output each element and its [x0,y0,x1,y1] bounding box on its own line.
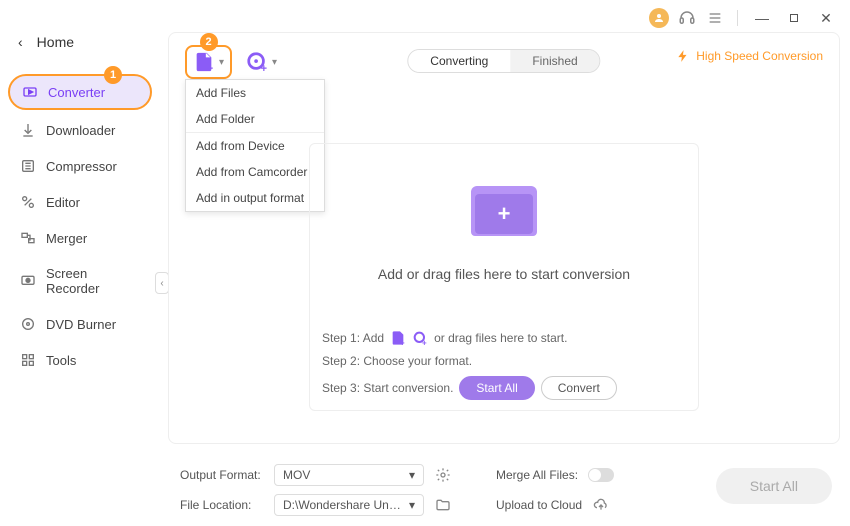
convert-mini-button[interactable]: Convert [541,376,617,400]
tab-converting[interactable]: Converting [408,50,510,72]
sidebar-item-label: Screen Recorder [46,266,140,296]
step-1: Step 1: Add + + or drag files here to st… [322,330,686,346]
sidebar-collapse-handle[interactable]: ‹ [155,272,169,294]
converter-icon [22,84,38,100]
sidebar-item-label: Tools [46,353,76,368]
tools-icon [20,352,36,368]
menu-icon[interactable] [705,8,725,28]
sidebar-item-compressor[interactable]: Compressor [8,150,152,182]
svg-text:+: + [261,63,267,73]
tab-finished[interactable]: Finished [510,50,599,72]
open-folder-icon[interactable] [434,496,452,514]
dropzone[interactable]: + Add or drag files here to start conver… [309,143,699,411]
screen-recorder-icon [20,273,36,289]
svg-text:+: + [422,338,427,346]
caret-down-icon: ▾ [409,498,415,512]
add-dvd-button[interactable]: + ▾ [246,51,277,73]
lightning-icon [676,49,690,63]
sidebar-item-downloader[interactable]: Downloader [8,114,152,146]
sidebar-item-editor[interactable]: Editor [8,186,152,218]
add-file-button[interactable]: + ▾ 2 [185,45,232,79]
callout-badge-2: 2 [200,33,218,51]
start-all-button[interactable]: Start All [716,468,832,504]
back-icon: ‹ [18,34,23,50]
step-3-text: Step 3: Start conversion. [322,381,453,395]
merger-icon [20,230,36,246]
sidebar-item-label: Compressor [46,159,117,174]
editor-icon [20,194,36,210]
file-location-select[interactable]: D:\Wondershare UniConverter 1 ▾ [274,494,424,516]
compressor-icon [20,158,36,174]
maximize-button[interactable] [782,6,806,30]
upload-label: Upload to Cloud [496,498,582,512]
dropzone-text: Add or drag files here to start conversi… [378,266,630,282]
high-speed-label: High Speed Conversion [696,49,823,63]
svg-text:+: + [400,338,405,346]
sidebar-item-dvd-burner[interactable]: DVD Burner [8,308,152,340]
settings-icon[interactable] [434,466,452,484]
output-format-label: Output Format: [180,468,264,482]
user-avatar[interactable] [649,8,669,28]
dropdown-add-from-device[interactable]: Add from Device [186,133,324,159]
caret-down-icon: ▾ [219,57,224,68]
merge-label: Merge All Files: [496,468,578,482]
add-file-dropdown: Add Files Add Folder Add from Device Add… [185,79,325,212]
minimize-button[interactable]: — [750,6,774,30]
cloud-upload-icon[interactable] [592,496,610,514]
merge-toggle[interactable] [588,468,614,482]
user-icon [653,12,665,24]
divider [737,10,738,26]
step-1-text-a: Step 1: Add [322,331,384,345]
download-icon [20,122,36,138]
output-format-value: MOV [283,468,310,482]
dropdown-add-files[interactable]: Add Files [186,80,324,106]
step-1-text-b: or drag files here to start. [434,331,567,345]
sidebar-item-tools[interactable]: Tools [8,344,152,376]
sidebar-item-screen-recorder[interactable]: Screen Recorder [8,258,152,304]
home-link[interactable]: ‹ Home [0,28,160,56]
dvd-icon [20,316,36,332]
add-file-icon: + [193,51,215,73]
step-3: Step 3: Start conversion. Start All Conv… [322,376,686,400]
output-format-select[interactable]: MOV ▾ [274,464,424,486]
dropdown-add-folder[interactable]: Add Folder [186,106,324,132]
dropdown-add-from-camcorder[interactable]: Add from Camcorder [186,159,324,185]
file-location-value: D:\Wondershare UniConverter 1 [283,498,403,512]
dropdown-add-output-format[interactable]: Add in output format [186,185,324,211]
steps: Step 1: Add + + or drag files here to st… [322,330,686,400]
svg-text:+: + [207,63,213,73]
window-titlebar: — ✕ [649,0,850,36]
plus-icon: + [498,201,511,227]
support-icon[interactable] [677,8,697,28]
sidebar-item-label: Merger [46,231,87,246]
start-all-mini-button[interactable]: Start All [459,376,534,400]
add-disc-mini-icon[interactable]: + [412,330,428,346]
caret-down-icon: ▾ [272,57,277,68]
sidebar-item-label: DVD Burner [46,317,116,332]
add-disc-icon: + [246,51,268,73]
sidebar-item-label: Downloader [46,123,115,138]
step-2: Step 2: Choose your format. [322,354,686,368]
sidebar: ‹ Home Converter 1 Downloader Compressor… [0,0,160,526]
add-file-mini-icon[interactable]: + [390,330,406,346]
caret-down-icon: ▾ [409,468,415,482]
sidebar-item-label: Converter [48,85,105,100]
main-panel: + ▾ 2 + ▾ Converting Finished High Speed… [168,32,840,444]
folder-illustration: + [444,172,564,252]
sidebar-nav: Converter 1 Downloader Compressor Editor… [0,74,160,376]
sidebar-item-label: Editor [46,195,80,210]
close-button[interactable]: ✕ [814,6,838,30]
callout-badge-1: 1 [104,66,122,84]
high-speed-conversion-button[interactable]: High Speed Conversion [676,49,823,63]
tab-group: Converting Finished [407,49,600,73]
file-location-label: File Location: [180,498,264,512]
step-2-text: Step 2: Choose your format. [322,354,472,368]
sidebar-item-merger[interactable]: Merger [8,222,152,254]
toolbar: + ▾ 2 + ▾ [185,45,277,79]
sidebar-item-converter[interactable]: Converter 1 [8,74,152,110]
home-label: Home [37,34,74,50]
